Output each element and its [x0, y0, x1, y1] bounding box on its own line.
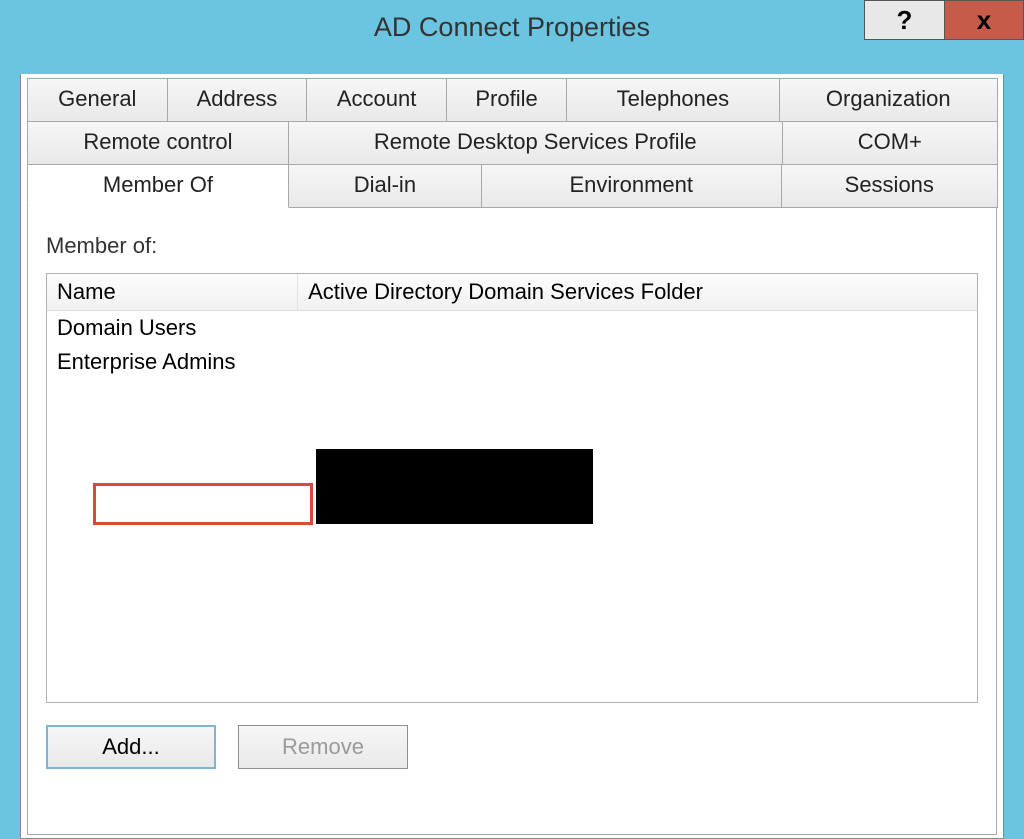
tab-panel: General Address Account Profile Telephon… [20, 74, 1004, 839]
help-button[interactable]: ? [864, 0, 944, 40]
column-folder[interactable]: Active Directory Domain Services Folder [298, 274, 977, 310]
tab-strip: General Address Account Profile Telephon… [27, 78, 997, 207]
properties-dialog: AD Connect Properties ? x General Addres… [0, 0, 1024, 839]
remove-button[interactable]: Remove [238, 725, 408, 769]
group-folder [298, 360, 977, 364]
tab-sessions[interactable]: Sessions [781, 164, 998, 208]
button-row: Add... Remove [46, 725, 978, 769]
list-item[interactable]: Domain Users [47, 311, 977, 345]
tab-environment[interactable]: Environment [481, 164, 782, 208]
tab-rds-profile[interactable]: Remote Desktop Services Profile [288, 121, 783, 165]
dialog-body: General Address Account Profile Telephon… [0, 54, 1024, 839]
tab-telephones[interactable]: Telephones [566, 78, 779, 122]
tab-com-plus[interactable]: COM+ [782, 121, 998, 165]
tab-member-of[interactable]: Member Of [27, 164, 289, 208]
column-name[interactable]: Name [47, 274, 298, 310]
member-of-label: Member of: [46, 233, 978, 259]
titlebar: AD Connect Properties ? x [0, 0, 1024, 54]
close-button[interactable]: x [944, 0, 1024, 40]
redaction-block [316, 449, 593, 524]
tab-profile[interactable]: Profile [446, 78, 567, 122]
tab-dial-in[interactable]: Dial-in [288, 164, 482, 208]
group-name: Enterprise Admins [47, 347, 298, 377]
tab-organization[interactable]: Organization [779, 78, 998, 122]
list-header: Name Active Directory Domain Services Fo… [47, 274, 977, 311]
add-button[interactable]: Add... [46, 725, 216, 769]
tab-account[interactable]: Account [306, 78, 447, 122]
titlebar-buttons: ? x [864, 0, 1024, 40]
tab-address[interactable]: Address [167, 78, 308, 122]
group-folder [298, 326, 977, 330]
tab-remote-control[interactable]: Remote control [27, 121, 289, 165]
group-name: Domain Users [47, 313, 298, 343]
tab-general[interactable]: General [27, 78, 168, 122]
list-item[interactable]: Enterprise Admins [47, 345, 977, 379]
